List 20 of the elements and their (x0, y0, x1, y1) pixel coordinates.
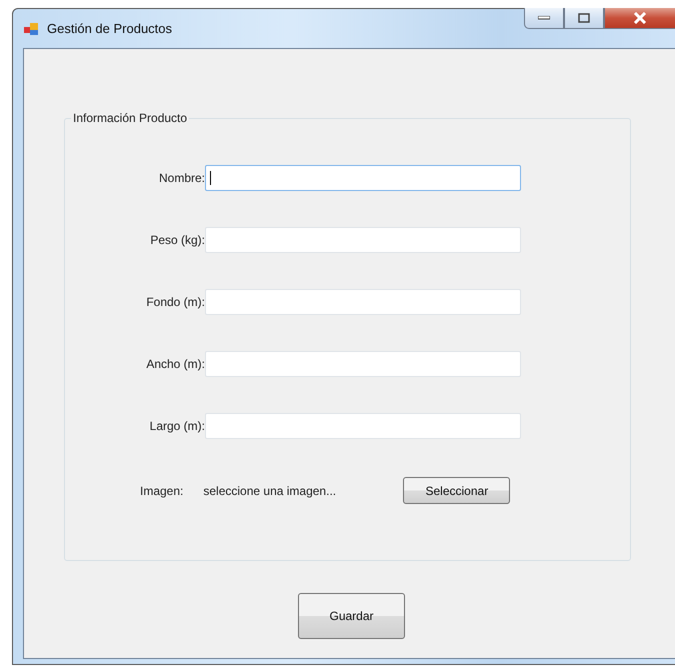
field-label: Peso (kg): (149, 233, 205, 247)
input-field[interactable] (205, 165, 521, 191)
field-label: Fondo (m): (145, 295, 205, 309)
close-icon (633, 12, 647, 24)
close-button[interactable] (604, 8, 675, 29)
field-label: Ancho (m): (145, 357, 205, 371)
window-title: Gestión de Productos (47, 21, 172, 36)
image-path-text: seleccione una imagen... (203, 484, 338, 498)
text-caret (210, 171, 211, 185)
image-label: Imagen: (140, 484, 184, 498)
save-button[interactable]: Guardar (298, 593, 405, 639)
field-label: Nombre: (158, 171, 205, 185)
minimize-icon (538, 16, 550, 20)
minimize-button[interactable] (524, 8, 564, 29)
maximize-button[interactable] (564, 8, 604, 29)
group-legend: Información Producto (71, 111, 190, 125)
maximize-icon (578, 13, 590, 23)
select-button[interactable]: Seleccionar (403, 477, 510, 504)
app-icon (23, 20, 39, 36)
field-label: Largo (m): (148, 419, 205, 433)
